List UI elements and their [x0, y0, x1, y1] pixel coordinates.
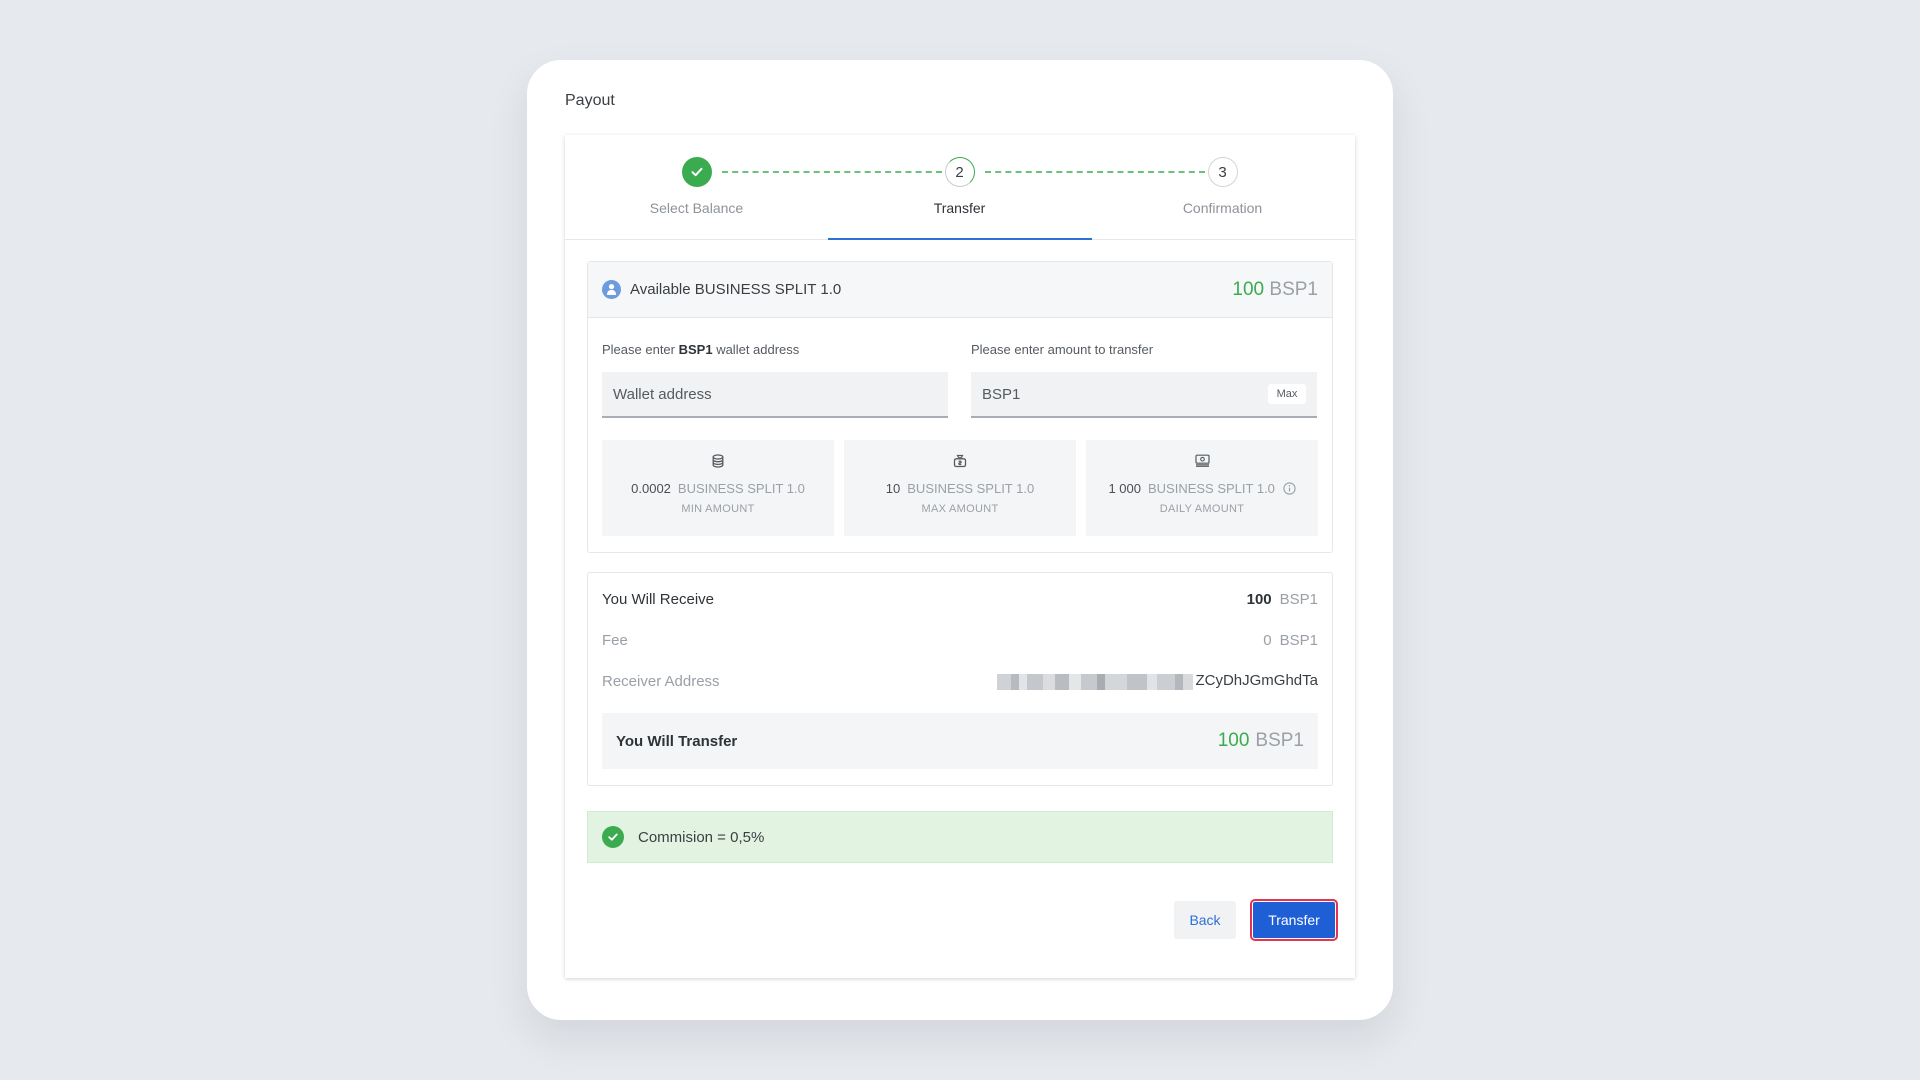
receive-row: You Will Receive 100 BSP1	[602, 589, 1318, 609]
transfer-amount: 100	[1217, 730, 1250, 751]
database-icon	[602, 454, 834, 470]
cash-stack-icon	[1086, 454, 1318, 470]
step-label: Transfer	[933, 200, 986, 216]
back-button[interactable]: Back	[1174, 901, 1236, 939]
step-confirmation[interactable]: 3 Confirmation	[1091, 157, 1354, 216]
amount-input[interactable]	[971, 372, 1317, 418]
step-select-balance[interactable]: Select Balance	[565, 157, 828, 216]
available-currency: BSP1	[1269, 278, 1318, 300]
wallet-address-label: Please enter BSP1 wallet address	[602, 342, 800, 357]
receive-amount: 100	[1246, 590, 1272, 608]
transfer-label: You Will Transfer	[616, 732, 738, 750]
transfer-total-box: You Will Transfer 100 BSP1	[602, 713, 1318, 769]
step-number: 2	[944, 157, 975, 187]
payout-card: Select Balance 2 Transfer 3 Confirmation…	[565, 135, 1355, 978]
user-icon	[602, 280, 621, 299]
daily-amount-unit: BUSINESS SPLIT 1.0	[1147, 481, 1275, 496]
max-amount-unit: BUSINESS SPLIT 1.0	[907, 481, 1035, 496]
fee-row: Fee 0 BSP1	[602, 630, 1318, 650]
max-amount-value: 10	[885, 481, 901, 496]
min-amount-caption: MIN AMOUNT	[681, 503, 755, 515]
available-balance-panel: Available BUSINESS SPLIT 1.0 100 BSP1 Pl…	[587, 261, 1333, 553]
fee-label: Fee	[602, 631, 628, 649]
receive-currency: BSP1	[1279, 590, 1318, 608]
max-button[interactable]: Max	[1268, 384, 1306, 404]
max-amount-caption: MAX AMOUNT	[921, 503, 999, 515]
daily-amount-card: 1 000 BUSINESS SPLIT 1.0 DAILY AMOUNT	[1086, 440, 1318, 536]
active-step-indicator	[828, 238, 1092, 240]
step-label: Select Balance	[649, 200, 744, 216]
transfer-currency: BSP1	[1255, 730, 1304, 751]
step-label: Confirmation	[1182, 200, 1263, 216]
wallet-address-input[interactable]	[602, 372, 948, 418]
receiver-address-value: ZCyDhJGmGhdTa	[1195, 672, 1318, 690]
amount-label: Please enter amount to transfer	[971, 342, 1154, 357]
money-bag-icon	[844, 454, 1076, 470]
fee-amount: 0	[1263, 631, 1272, 649]
commission-text: Commision = 0,5%	[638, 828, 765, 846]
commission-notice: Commision = 0,5%	[587, 811, 1333, 863]
step-number: 3	[1207, 157, 1238, 187]
transfer-summary: You Will Receive 100 BSP1 Fee 0 BSP1 Recei…	[587, 572, 1333, 786]
available-header: Available BUSINESS SPLIT 1.0 100 BSP1	[588, 262, 1332, 318]
available-title: Available BUSINESS SPLIT 1.0	[630, 281, 842, 298]
check-icon	[681, 157, 712, 187]
payout-dialog: Payout Select Balance 2 Transfer 3 Confi…	[527, 60, 1393, 1020]
max-amount-card: 10 BUSINESS SPLIT 1.0 MAX AMOUNT	[844, 440, 1076, 536]
check-circle-icon	[602, 826, 624, 848]
info-icon[interactable]	[1282, 482, 1296, 495]
receive-label: You Will Receive	[602, 590, 714, 608]
step-transfer[interactable]: 2 Transfer	[828, 157, 1091, 216]
receiver-address-label: Receiver Address	[602, 672, 720, 690]
stepper: Select Balance 2 Transfer 3 Confirmation	[565, 135, 1355, 240]
daily-amount-value: 1 000	[1108, 481, 1141, 496]
min-amount-value: 0.0002	[631, 481, 671, 496]
available-amount: 100	[1232, 278, 1265, 300]
redacted-address	[997, 673, 1194, 690]
page-title: Payout	[565, 92, 615, 109]
min-amount-unit: BUSINESS SPLIT 1.0	[677, 481, 805, 496]
fee-currency: BSP1	[1279, 631, 1318, 649]
available-value: 100 BSP1	[1232, 279, 1318, 301]
receiver-address-row: Receiver Address ZCyDhJGmGhdTa	[602, 671, 1318, 691]
min-amount-card: 0.0002 BUSINESS SPLIT 1.0 MIN AMOUNT	[602, 440, 834, 536]
transfer-button[interactable]: Transfer	[1250, 899, 1338, 941]
daily-amount-caption: DAILY AMOUNT	[1159, 503, 1245, 515]
